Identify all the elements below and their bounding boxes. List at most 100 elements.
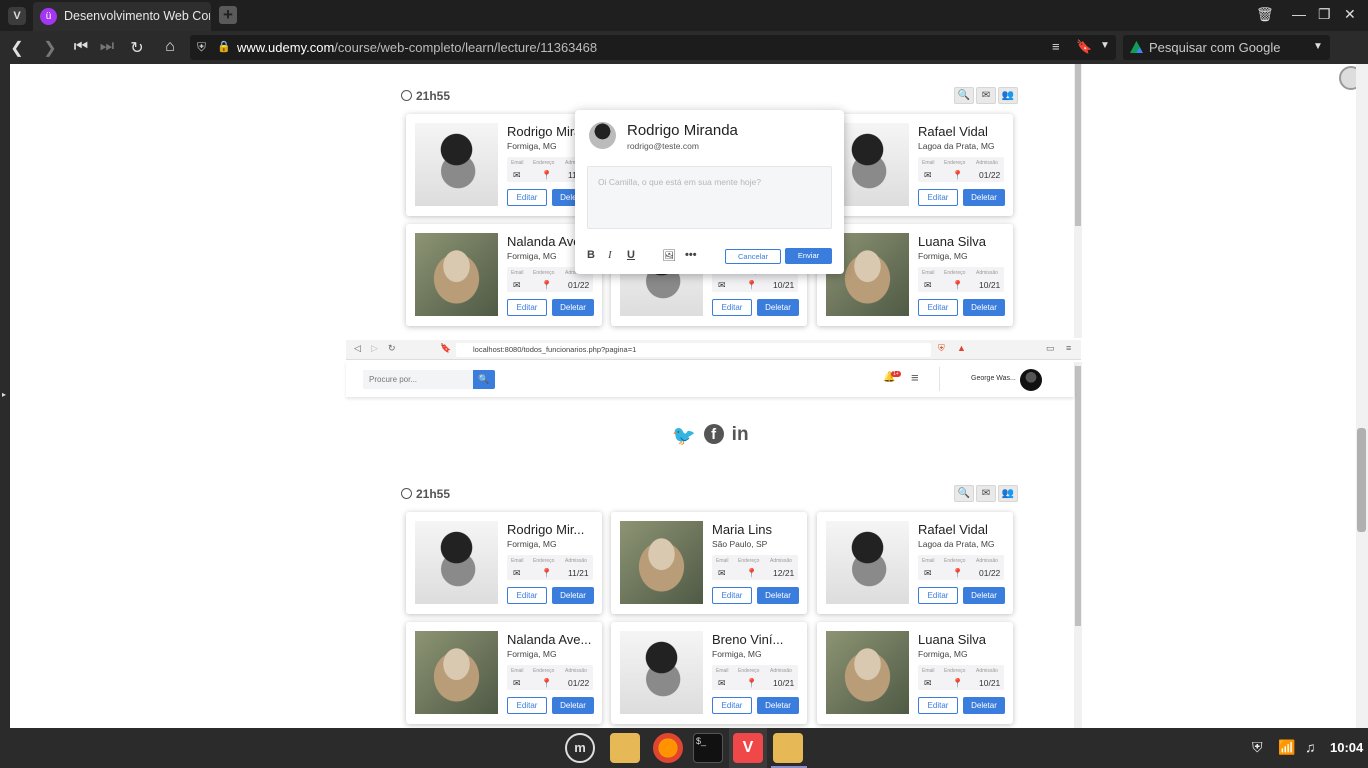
side-panel-strip[interactable]: ▸: [0, 64, 10, 728]
map-pin-icon[interactable]: 📍: [541, 280, 552, 291]
maximize-button[interactable]: ❐: [1318, 6, 1331, 23]
mint-menu-icon[interactable]: m: [565, 733, 595, 763]
users-icon[interactable]: 👥: [998, 87, 1018, 104]
search-field[interactable]: Pesquisar com Google ▼: [1123, 35, 1330, 60]
italic-icon[interactable]: I: [608, 249, 612, 261]
post-textarea[interactable]: Oi Camilla, o que está em sua mente hoje…: [587, 166, 832, 229]
mini-bookmark-icon[interactable]: 🔖: [440, 343, 451, 354]
rewind-button[interactable]: ⏮: [71, 38, 91, 56]
envelope-icon[interactable]: ✉: [718, 678, 726, 689]
image-icon[interactable]: 🖼: [662, 249, 676, 262]
delete-button[interactable]: Deletar: [963, 587, 1005, 604]
mini-back-icon[interactable]: ◁: [354, 343, 361, 354]
taskbar-clock[interactable]: 10:04: [1330, 740, 1363, 755]
forward-button[interactable]: ❯: [40, 38, 60, 58]
back-button[interactable]: ❮: [7, 38, 27, 58]
twitter-icon[interactable]: 🐦: [672, 424, 696, 448]
reader-view-icon[interactable]: ≡: [1052, 39, 1060, 54]
reload-button[interactable]: ↻: [127, 38, 147, 58]
delete-button[interactable]: Deletar: [757, 299, 799, 316]
url-field[interactable]: ⛨ 🔒 www.udemy.com/course/web-completo/le…: [190, 35, 1116, 60]
map-pin-icon[interactable]: 📍: [541, 170, 552, 181]
facebook-icon[interactable]: f: [703, 424, 724, 444]
music-icon[interactable]: ♫: [1305, 739, 1316, 755]
envelope-icon[interactable]: ✉: [513, 678, 521, 689]
firefox-icon[interactable]: [653, 733, 683, 763]
bold-icon[interactable]: B: [587, 249, 595, 261]
home-button[interactable]: ⌂: [160, 38, 180, 56]
brave-rewards-icon[interactable]: ▲: [957, 343, 966, 353]
cancel-button[interactable]: Cancelar: [725, 249, 781, 264]
delete-button[interactable]: Deletar: [963, 189, 1005, 206]
page-scrollbar-thumb[interactable]: [1357, 428, 1366, 532]
mini-user-avatar[interactable]: [1020, 369, 1042, 391]
edit-button[interactable]: Editar: [918, 189, 958, 206]
bookmark-icon[interactable]: 🔖: [1076, 39, 1092, 55]
envelope-icon[interactable]: ✉: [718, 280, 726, 291]
shield-tray-icon[interactable]: ⛨: [1252, 739, 1263, 756]
edit-button[interactable]: Editar: [712, 697, 752, 714]
map-pin-icon[interactable]: 📍: [746, 280, 757, 291]
mini-reload-icon[interactable]: ↻: [388, 343, 396, 354]
underline-icon[interactable]: U: [627, 249, 635, 261]
envelope-icon[interactable]: ✉: [924, 678, 932, 689]
close-button[interactable]: ✕: [1344, 6, 1356, 23]
delete-button[interactable]: Deletar: [757, 587, 799, 604]
tab-active[interactable]: ü Desenvolvimento Web Completo: [33, 2, 211, 31]
mini-window-icon[interactable]: ▭: [1046, 343, 1055, 354]
edit-button[interactable]: Editar: [712, 299, 752, 316]
page-scrollbar[interactable]: [1356, 64, 1368, 728]
wifi-icon[interactable]: 📶: [1278, 739, 1295, 756]
delete-button[interactable]: Deletar: [963, 299, 1005, 316]
envelope-icon[interactable]: ✉: [924, 170, 932, 181]
map-pin-icon[interactable]: 📍: [541, 568, 552, 579]
delete-button[interactable]: Deletar: [552, 299, 594, 316]
map-pin-icon[interactable]: 📍: [952, 170, 963, 181]
edit-button[interactable]: Editar: [507, 189, 547, 206]
envelope-icon[interactable]: ✉: [924, 280, 932, 291]
map-pin-icon[interactable]: 📍: [746, 678, 757, 689]
map-pin-icon[interactable]: 📍: [746, 568, 757, 579]
mini-search-input[interactable]: Procure por...: [363, 370, 473, 389]
search-engine-dropdown-icon[interactable]: ▼: [1313, 41, 1323, 52]
envelope-icon[interactable]: ✉: [513, 170, 521, 181]
envelope-icon[interactable]: ✉: [718, 568, 726, 579]
linkedin-icon[interactable]: in: [732, 424, 749, 448]
inner-scrollbar-top-thumb[interactable]: [1075, 64, 1081, 226]
delete-button[interactable]: Deletar: [552, 587, 594, 604]
new-tab-button[interactable]: +: [219, 6, 237, 24]
delete-button[interactable]: Deletar: [963, 697, 1005, 714]
map-pin-icon[interactable]: 📍: [952, 568, 963, 579]
map-pin-icon[interactable]: 📍: [952, 678, 963, 689]
more-icon[interactable]: •••: [685, 249, 697, 261]
brave-shield-icon[interactable]: ⛨: [938, 343, 945, 354]
trash-icon[interactable]: 🗑: [1256, 6, 1274, 23]
users-icon[interactable]: 👥: [998, 485, 1018, 502]
mini-url-field[interactable]: localhost:8080/todos_funcionarios.php?pa…: [456, 343, 931, 357]
panel-toggle-icon[interactable]: ▸: [2, 390, 6, 399]
edit-button[interactable]: Editar: [507, 697, 547, 714]
edit-button[interactable]: Editar: [918, 299, 958, 316]
search-icon[interactable]: 🔍: [954, 87, 974, 104]
folder-icon[interactable]: [610, 733, 640, 763]
mini-forward-icon[interactable]: ▷: [371, 343, 378, 354]
edit-button[interactable]: Editar: [918, 697, 958, 714]
edit-button[interactable]: Editar: [918, 587, 958, 604]
mail-icon[interactable]: ✉: [976, 87, 996, 104]
envelope-icon[interactable]: ✉: [513, 568, 521, 579]
mini-search-button[interactable]: 🔍: [473, 370, 495, 389]
inner-scrollbar-bottom-thumb[interactable]: [1075, 366, 1081, 626]
delete-button[interactable]: Deletar: [757, 697, 799, 714]
mini-user-name[interactable]: George Was...: [971, 375, 1016, 382]
envelope-icon[interactable]: ✉: [924, 568, 932, 579]
minimize-button[interactable]: —: [1292, 6, 1306, 22]
delete-button[interactable]: Deletar: [552, 697, 594, 714]
edit-button[interactable]: Editar: [507, 587, 547, 604]
map-pin-icon[interactable]: 📍: [541, 678, 552, 689]
edit-button[interactable]: Editar: [712, 587, 752, 604]
map-pin-icon[interactable]: 📍: [952, 280, 963, 291]
terminal-icon[interactable]: $_: [693, 733, 723, 763]
files-icon[interactable]: [773, 733, 803, 763]
mail-icon[interactable]: ✉: [976, 485, 996, 502]
vivaldi-menu-button[interactable]: V: [8, 7, 26, 25]
